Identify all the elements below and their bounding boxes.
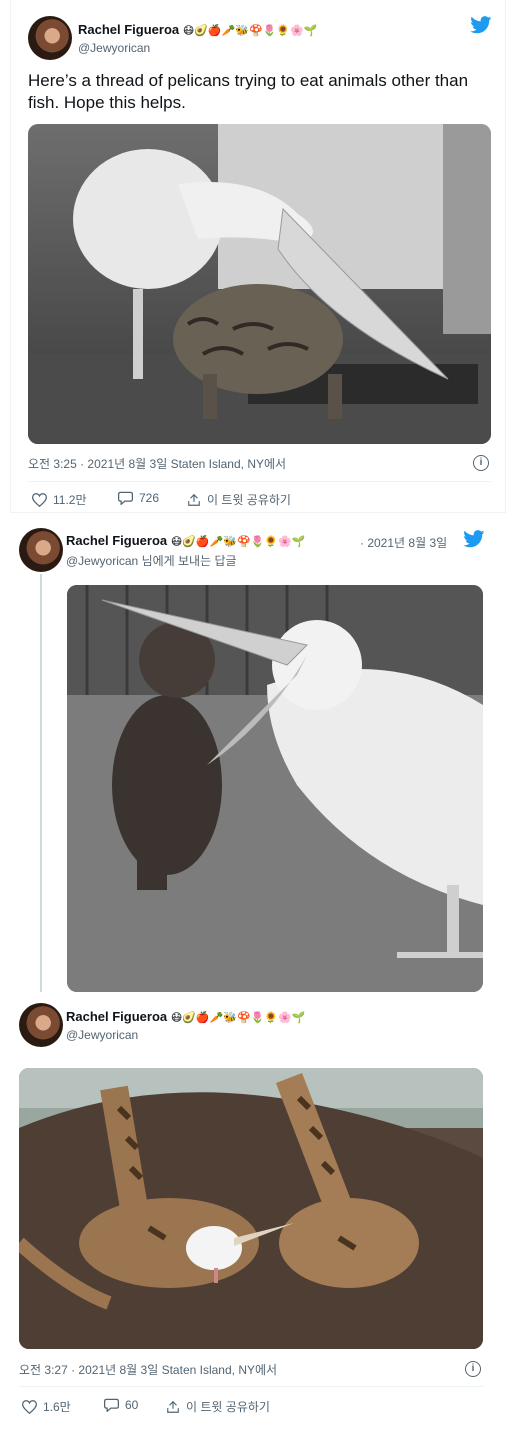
avatar[interactable]	[19, 1003, 63, 1047]
avatar[interactable]	[28, 16, 72, 60]
like-button[interactable]: 11.2만	[32, 491, 87, 508]
twitter-bird-icon[interactable]	[463, 530, 485, 548]
share-label: 이 트윗 공유하기	[207, 493, 291, 507]
like-button[interactable]: 1.6만	[22, 1398, 71, 1415]
reply-button[interactable]: 726	[118, 491, 159, 505]
twitter-bird-icon[interactable]	[470, 16, 492, 34]
author-name[interactable]: Rachel Figueroa 😷🥑🍎🥕🐝🍄🌷🌻🌸🌱	[66, 533, 306, 548]
info-icon[interactable]: i	[473, 455, 489, 471]
share-label: 이 트윗 공유하기	[186, 1400, 270, 1414]
pelican-cat-photo	[28, 124, 491, 444]
reply-button[interactable]: 60	[104, 1398, 138, 1412]
tweet-timestamp[interactable]: 오전 3:27 · 2021년 8월 3일 Staten Island, NY에…	[19, 1361, 277, 1378]
info-icon[interactable]: i	[465, 1361, 481, 1377]
reply-context: @Jewyorican 님에게 보내는 답글	[66, 552, 237, 569]
share-button[interactable]: 이 트윗 공유하기	[187, 491, 291, 508]
reply-to-label: 님에게 보내는 답글	[141, 554, 237, 568]
like-count: 11.2만	[53, 493, 87, 507]
author-name[interactable]: Rachel Figueroa 😷🥑🍎🥕🐝🍄🌷🌻🌸🌱	[78, 22, 318, 37]
author-handle[interactable]: @Jewyorican	[66, 554, 138, 568]
share-button[interactable]: 이 트윗 공유하기	[166, 1398, 270, 1415]
divider	[28, 481, 491, 482]
thread-line	[40, 574, 42, 992]
share-icon	[188, 493, 200, 506]
bear-pelican-photo	[67, 585, 483, 992]
tweet-text: Here’s a thread of pelicans trying to ea…	[28, 71, 469, 112]
tweet-photo[interactable]	[28, 124, 491, 444]
reply-count: 60	[125, 1398, 139, 1412]
reply-count: 726	[139, 491, 160, 505]
tweet-timestamp[interactable]: 오전 3:25 · 2021년 8월 3일 Staten Island, NY에…	[28, 455, 286, 472]
avatar[interactable]	[19, 528, 63, 572]
heart-icon	[32, 492, 47, 507]
author-handle[interactable]: @Jewyorican	[66, 1028, 138, 1042]
divider	[19, 1386, 483, 1387]
tweet-photo[interactable]	[67, 585, 483, 992]
like-count: 1.6만	[43, 1400, 71, 1414]
author-emoji: 😷🥑🍎🥕🐝🍄🌷🌻🌸🌱	[170, 1012, 306, 1024]
author-emoji: 😷🥑🍎🥕🐝🍄🌷🌻🌸🌱	[182, 25, 318, 37]
tweet-date[interactable]: · 2021년 8월 3일	[360, 534, 447, 551]
tweet-photo[interactable]	[19, 1068, 483, 1349]
reply-bubble-icon	[104, 1398, 119, 1412]
author-emoji: 😷🥑🍎🥕🐝🍄🌷🌻🌸🌱	[170, 536, 306, 548]
author-handle[interactable]: @Jewyorican	[78, 41, 150, 55]
share-icon	[167, 1400, 179, 1413]
author-name[interactable]: Rachel Figueroa 😷🥑🍎🥕🐝🍄🌷🌻🌸🌱	[66, 1009, 306, 1024]
reply-bubble-icon	[118, 491, 133, 505]
heart-icon	[22, 1399, 37, 1414]
giraffe-pelican-photo	[19, 1068, 483, 1349]
